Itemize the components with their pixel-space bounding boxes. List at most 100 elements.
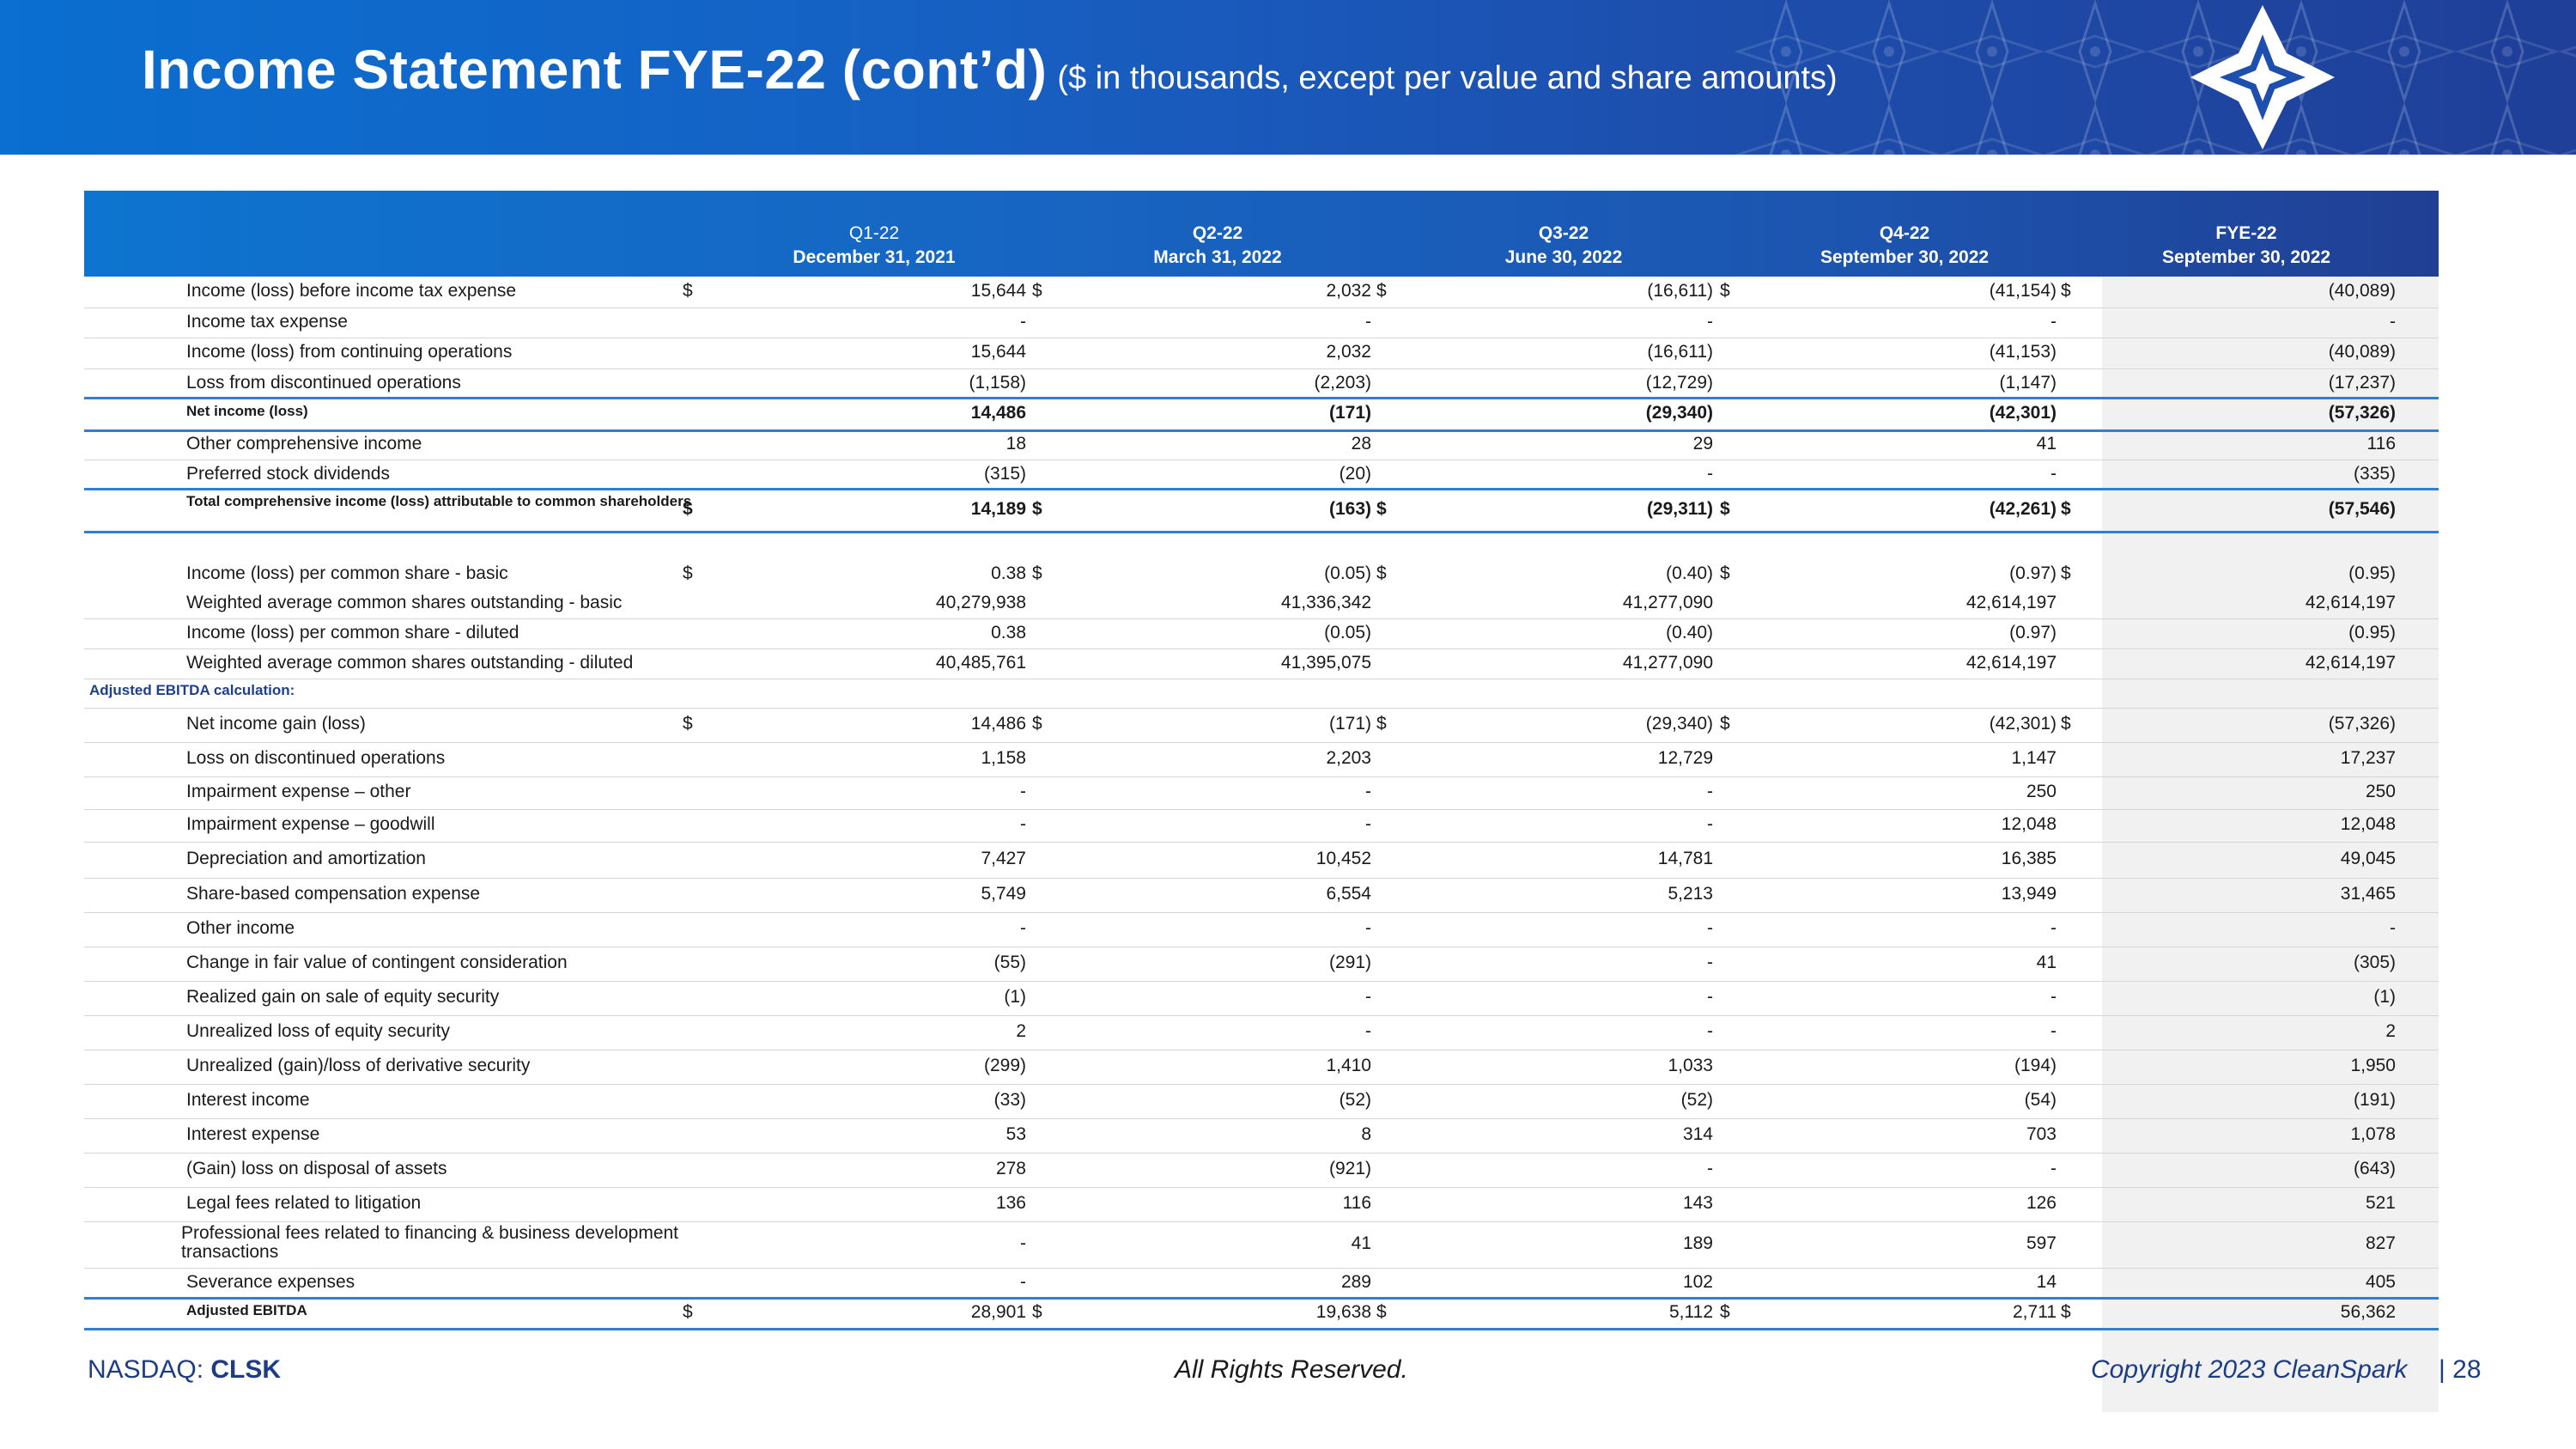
dollar-sign: $ — [683, 281, 693, 301]
row-label: (Gain) loss on disposal of assets — [186, 1159, 447, 1178]
page-number: | 28 — [2439, 1355, 2482, 1384]
row-label: Income (loss) from continuing operations — [186, 342, 513, 362]
value-cell: - — [1020, 311, 1026, 332]
value-cell: 16,385 — [2001, 849, 2057, 868]
value-cell: (171) — [1328, 403, 1371, 423]
value-cell: 5,213 — [1668, 884, 1713, 904]
value-cell: (41,153) — [1989, 342, 2057, 362]
table-header: Q1-22 December 31, 2021 Q2-22 March 31, … — [84, 191, 2439, 277]
table-row: Unrealized loss of equity security 2 - - - 2 — [84, 1015, 2439, 1050]
value-cell: (40,089) — [2328, 281, 2396, 301]
value-cell: (17,237) — [2328, 372, 2396, 393]
value-cell: 14,486 — [970, 403, 1026, 423]
value-cell: (57,546) — [2328, 499, 2396, 519]
row-label: Weighted average common shares outstandi… — [186, 593, 623, 612]
value-cell: 102 — [1682, 1272, 1713, 1292]
table-row: Interest income (33) (52) (52) (54) (191) — [84, 1084, 2439, 1119]
value-cell: (643) — [2353, 1159, 2396, 1178]
value-cell: (299) — [983, 1056, 1026, 1075]
value-cell: 42,614,197 — [1965, 652, 2057, 673]
row-divider — [84, 397, 2439, 399]
value-cell: (1) — [1004, 987, 1026, 1007]
value-cell: 14,781 — [1657, 849, 1713, 868]
dollar-sign: $ — [1720, 499, 1730, 519]
value-cell: (40,089) — [2328, 342, 2396, 362]
value-cell: 136 — [995, 1193, 1026, 1213]
column-period: Q3-22 — [1538, 223, 1589, 243]
value-cell: 2,203 — [1326, 748, 1371, 768]
dollar-sign: $ — [1032, 281, 1042, 301]
row-label: Net income gain (loss) — [186, 714, 366, 734]
value-cell: 29 — [1692, 433, 1713, 454]
table-row: Income tax expense - - - - - — [84, 307, 2439, 338]
table-row: Total comprehensive income (loss) attrib… — [84, 488, 2439, 533]
value-cell: 0.38 — [991, 622, 1026, 642]
value-cell: - — [1707, 1159, 1713, 1178]
value-cell: 42,614,197 — [2305, 652, 2396, 673]
value-cell: - — [1707, 463, 1713, 484]
row-label: Loss from discontinued operations — [186, 372, 461, 393]
value-cell: - — [1365, 918, 1371, 938]
value-cell: 18 — [1005, 433, 1026, 454]
value-cell: (1) — [2373, 987, 2396, 1007]
dollar-sign: $ — [1720, 281, 1730, 301]
footer-ticker: NASDAQ: CLSK — [88, 1355, 281, 1385]
value-cell: 703 — [2026, 1124, 2057, 1144]
value-cell: 116 — [2366, 433, 2396, 454]
table-row: Severance expenses - 289 102 14 405 — [84, 1268, 2439, 1300]
value-cell: (335) — [2353, 463, 2396, 484]
row-label: Income tax expense — [186, 311, 348, 332]
value-cell: (57,326) — [2328, 403, 2396, 423]
value-cell: 189 — [1682, 1233, 1713, 1253]
value-cell: 278 — [995, 1159, 1026, 1178]
value-cell: (33) — [993, 1090, 1026, 1110]
value-cell: 5,749 — [981, 884, 1026, 904]
row-label: Adjusted EBITDA calculation: — [89, 682, 295, 698]
value-cell: 40,485,761 — [935, 652, 1026, 673]
table-row: Legal fees related to litigation 136 116 14… — [84, 1187, 2439, 1222]
value-cell: 1,950 — [2350, 1056, 2396, 1075]
value-cell: 0.38 — [991, 563, 1026, 583]
value-cell: 1,078 — [2350, 1124, 2396, 1144]
table-row: Adjusted EBITDA calculation: — [84, 679, 2439, 709]
value-cell: 12,048 — [2001, 814, 2057, 834]
row-label: Unrealized loss of equity security — [186, 1021, 450, 1041]
value-cell: (52) — [1680, 1090, 1713, 1110]
value-cell: 41 — [2036, 953, 2057, 972]
header-banner: Income Statement FYE-22 (cont’d) ($ in th… — [0, 0, 2576, 155]
value-cell: - — [2050, 463, 2057, 484]
value-cell: - — [2050, 1021, 2057, 1041]
value-cell: 2,032 — [1326, 281, 1371, 301]
value-cell: (0.97) — [2009, 563, 2057, 583]
value-cell: 1,410 — [1326, 1056, 1371, 1075]
column-header-q2: Q2-22 March 31, 2022 — [1046, 222, 1389, 270]
value-cell: 250 — [2365, 782, 2396, 801]
value-cell: - — [1707, 814, 1713, 834]
table-row: Professional fees related to financing &… — [84, 1221, 2439, 1269]
column-date: December 31, 2021 — [793, 247, 956, 267]
value-cell: 8 — [1361, 1124, 1371, 1144]
value-cell: 1,158 — [981, 748, 1026, 768]
cleanspark-logo-icon — [2190, 5, 2335, 149]
value-cell: (0.40) — [1666, 563, 1713, 583]
value-cell: 12,048 — [2340, 814, 2396, 834]
value-cell: 1,147 — [2011, 748, 2057, 768]
dollar-sign: $ — [1032, 1302, 1042, 1322]
column-period: Q4-22 — [1879, 223, 1930, 243]
dollar-sign: $ — [1032, 714, 1042, 734]
table-row: Change in fair value of contingent consi… — [84, 947, 2439, 982]
dollar-sign: $ — [2061, 714, 2071, 734]
column-period: Q2-22 — [1192, 223, 1243, 243]
table-row: Share-based compensation expense 5,749 6,5… — [84, 878, 2439, 913]
diamond-pattern-icon — [1735, 0, 2576, 155]
value-cell: 41 — [2036, 433, 2057, 454]
value-cell: 15,644 — [970, 281, 1026, 301]
table-row: Loss from discontinued operations (1,158)… — [84, 368, 2439, 399]
value-cell: 40,279,938 — [935, 593, 1026, 612]
row-label: Interest income — [186, 1090, 310, 1110]
value-cell: 41,336,342 — [1280, 593, 1371, 612]
row-label: Professional fees related to financing &… — [181, 1223, 679, 1262]
value-cell: 827 — [2365, 1233, 2396, 1253]
dollar-sign: $ — [683, 499, 693, 519]
row-label: Adjusted EBITDA — [186, 1302, 307, 1318]
